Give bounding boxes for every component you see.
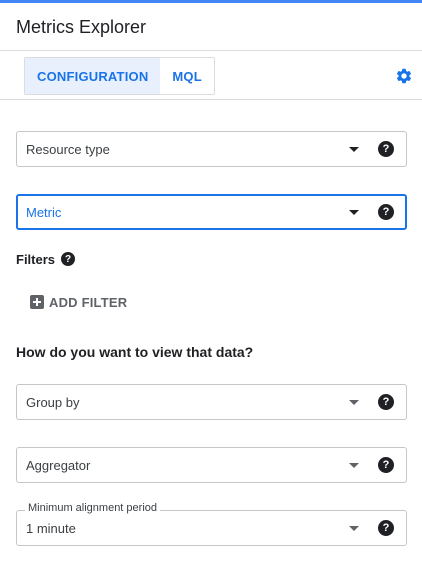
app-header: Metrics Explorer xyxy=(0,3,422,50)
add-filter-button[interactable]: ADD FILTER xyxy=(30,293,127,311)
aggregator-value: Aggregator xyxy=(26,458,91,473)
resource-type-select[interactable]: Resource type ? xyxy=(16,131,407,167)
metric-value: Metric xyxy=(26,205,62,220)
aggregator-select[interactable]: Aggregator ? xyxy=(16,447,407,483)
alignment-period-value: 1 minute xyxy=(26,521,76,536)
tab-configuration[interactable]: CONFIGURATION xyxy=(25,58,161,94)
alignment-period-label: Minimum alignment period xyxy=(25,502,160,514)
add-filter-label: ADD FILTER xyxy=(49,294,128,310)
header-divider xyxy=(0,50,422,51)
metric-select[interactable]: Metric ? xyxy=(16,194,407,230)
group-by-value: Group by xyxy=(26,395,80,410)
add-box-icon xyxy=(30,295,44,309)
help-icon[interactable]: ? xyxy=(378,457,394,473)
editor-mode-tabs: CONFIGURATION MQL xyxy=(24,57,215,95)
dropdown-arrow-icon xyxy=(349,400,359,405)
resource-type-value: Resource type xyxy=(26,142,110,157)
dropdown-arrow-icon xyxy=(349,210,359,215)
dropdown-arrow-icon xyxy=(349,526,359,531)
filters-label: Filters xyxy=(16,252,56,267)
settings-gear-icon[interactable] xyxy=(395,67,413,85)
tab-mql[interactable]: MQL xyxy=(160,58,213,94)
view-section-heading: How do you want to view that data? xyxy=(16,344,254,360)
help-icon[interactable]: ? xyxy=(378,204,394,220)
help-icon[interactable]: ? xyxy=(61,252,75,266)
page-title: Metrics Explorer xyxy=(16,17,147,37)
help-icon[interactable]: ? xyxy=(378,394,394,410)
dropdown-arrow-icon xyxy=(349,463,359,468)
alignment-period-select[interactable]: Minimum alignment period 1 minute ? xyxy=(16,502,407,546)
tabs-divider xyxy=(0,99,422,100)
help-icon[interactable]: ? xyxy=(378,520,394,536)
help-icon[interactable]: ? xyxy=(378,141,394,157)
dropdown-arrow-icon xyxy=(349,147,359,152)
group-by-select[interactable]: Group by ? xyxy=(16,384,407,420)
